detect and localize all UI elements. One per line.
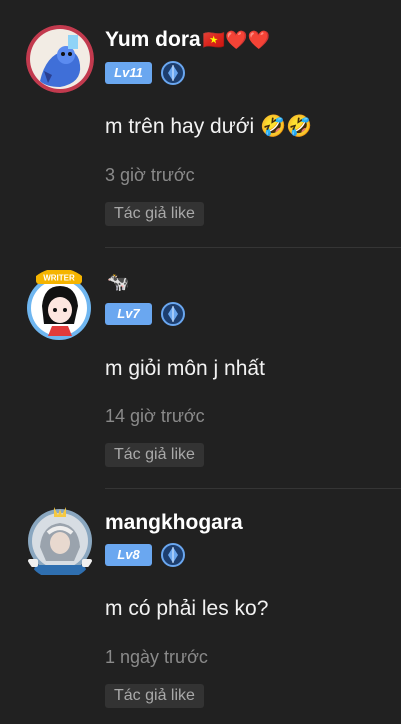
comment-text: m có phải les ko? — [105, 597, 269, 620]
author-like-chip[interactable]: Tác giả like — [105, 443, 204, 467]
level-badge: Lv8 — [105, 544, 152, 566]
avatar[interactable] — [26, 25, 94, 93]
level-badge: Lv7 — [105, 303, 152, 325]
username[interactable]: Yum dora 🇻🇳❤️❤️ — [105, 27, 270, 53]
comment-time: 14 giờ trước — [105, 406, 205, 426]
avatar[interactable] — [24, 503, 96, 579]
author-like-chip[interactable]: Tác giả like — [105, 684, 204, 708]
username-emoji: 🇻🇳❤️❤️ — [202, 30, 270, 50]
blue-creature-avatar-icon — [26, 25, 94, 93]
level-badge: Lv11 — [105, 62, 152, 84]
username-text[interactable]: Yum dora — [105, 28, 201, 51]
verified-shield-icon — [161, 543, 185, 567]
anime-writer-avatar-icon: WRITER — [27, 270, 91, 340]
comment-time: 3 giờ trước — [105, 165, 195, 185]
verified-shield-icon — [161, 61, 185, 85]
username[interactable]: mangkhogara — [105, 510, 245, 536]
username[interactable]: 🐄 — [105, 269, 129, 295]
username-emoji: 🐄 — [107, 272, 130, 292]
comment-item: mangkhogara Lv8 m có phải les ko? 1 ngày… — [0, 489, 401, 724]
author-like-chip[interactable]: Tác giả like — [105, 202, 204, 226]
avatar[interactable]: WRITER — [22, 268, 96, 342]
silver-warrior-avatar-icon — [28, 507, 92, 575]
username-text[interactable]: mangkhogara — [105, 511, 243, 534]
comment-text: m giỏi môn j nhất — [105, 357, 265, 380]
comment-item: Yum dora 🇻🇳❤️❤️ Lv11 m trên hay dưới 🤣🤣 3… — [0, 0, 401, 247]
comment-time: 1 ngày trước — [105, 647, 208, 667]
comment-text: m trên hay dưới 🤣🤣 — [105, 115, 313, 138]
verified-shield-icon — [161, 302, 185, 326]
comment-item: WRITER 🐄 Lv7 m giỏi môn j nhất 14 giờ tr… — [0, 248, 401, 488]
avatar-badge-text: WRITER — [43, 274, 75, 283]
